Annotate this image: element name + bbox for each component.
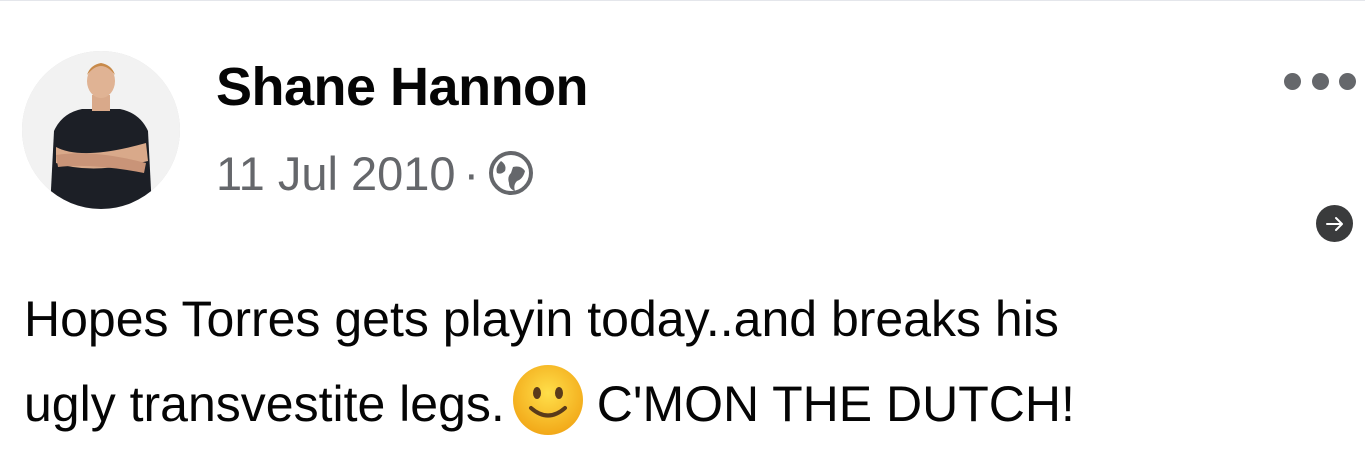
post-text-line2: ugly transvestite legs.: [24, 376, 505, 432]
post-date[interactable]: 11 Jul 2010: [216, 146, 456, 201]
arrow-right-icon[interactable]: [1316, 205, 1353, 242]
post-text-line3: C'MON THE DUTCH!: [596, 376, 1075, 432]
post-meta: 11 Jul 2010 ·: [216, 143, 535, 203]
globe-icon: [487, 149, 535, 197]
meta-separator: ·: [463, 146, 480, 200]
author-name[interactable]: Shane Hannon: [216, 56, 589, 118]
avatar-photo: [22, 51, 180, 209]
post-text: Hopes Torres gets playin today..and brea…: [24, 277, 1364, 447]
more-dot: [1311, 72, 1329, 90]
post-top-border: [0, 0, 1365, 1]
avatar[interactable]: [22, 51, 180, 209]
more-dot: [1284, 72, 1301, 90]
more-options-icon[interactable]: [1284, 64, 1356, 98]
post-text-line1: Hopes Torres gets playin today..and brea…: [24, 291, 1059, 347]
slightly-smiling-face-icon: [511, 363, 585, 437]
more-dot: [1339, 72, 1356, 90]
